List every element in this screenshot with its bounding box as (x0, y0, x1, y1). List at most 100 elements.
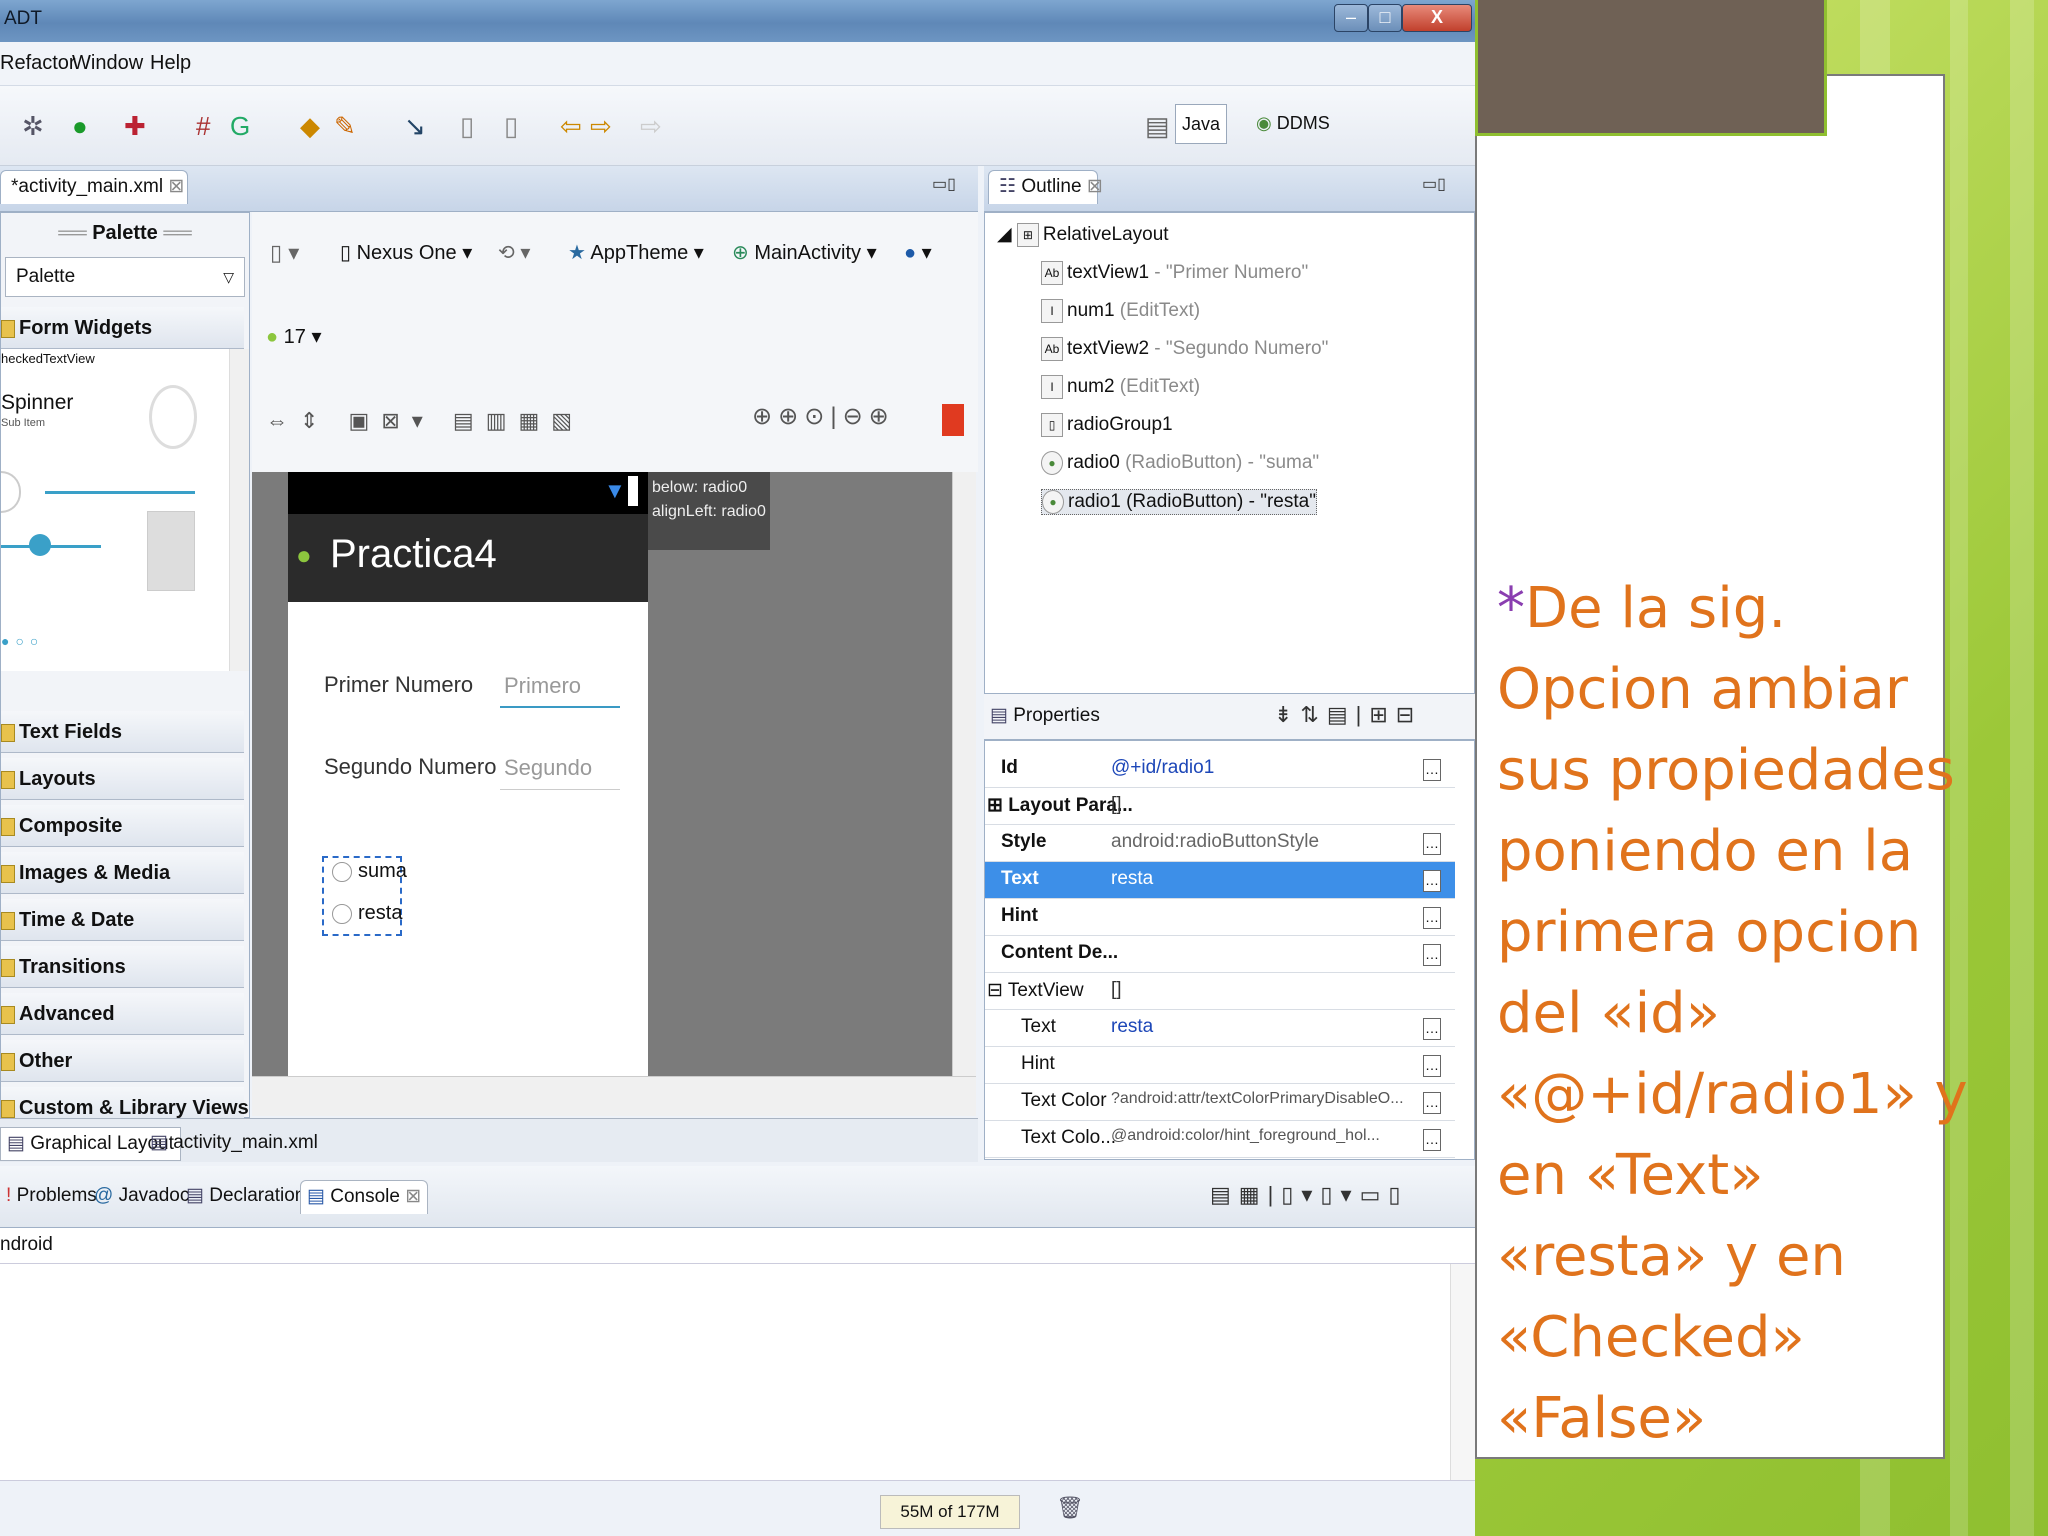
outline-item-num2[interactable]: Inum2 (EditText) (1041, 375, 1200, 399)
open-type-icon[interactable]: ◆ (300, 112, 320, 140)
outline-item-textview2[interactable]: Ab textView2 - "Segundo Numero" (1041, 337, 1328, 361)
property-value[interactable]: android:radioButtonStyle (1111, 831, 1411, 853)
next-annotation-icon[interactable]: ▯ (460, 112, 474, 140)
theme-dropdown[interactable]: ★ AppTheme ▾ (568, 240, 704, 265)
layout-actions-icons[interactable]: ⇔⇕ ▣⊠▾ ▤▥▦▧ (266, 408, 584, 434)
ellipsis-button[interactable]: … (1423, 833, 1441, 855)
ellipsis-button[interactable]: … (1423, 1018, 1441, 1040)
device-dropdown[interactable]: ▯ Nexus One ▾ (340, 240, 472, 265)
search-icon[interactable]: ✎ (334, 112, 356, 140)
palette-category-images-media[interactable]: Images & Media (1, 852, 244, 894)
locale-dropdown[interactable]: ● ▾ (904, 240, 932, 265)
tab-properties[interactable]: ▤ Properties (990, 704, 1100, 727)
outline-root[interactable]: ◢ ⊞ RelativeLayout (997, 223, 1169, 247)
tab-xml-source[interactable]: ▤ activity_main.xml (144, 1127, 324, 1161)
property-row-textview-text[interactable]: Text resta… (985, 1010, 1455, 1047)
ellipsis-button[interactable]: … (1423, 1129, 1441, 1151)
ellipsis-button[interactable]: … (1423, 759, 1441, 781)
orientation-icon[interactable]: ⟲ ▾ (498, 240, 530, 265)
close-icon[interactable]: ⊠ (1087, 176, 1103, 197)
palette-category-form-widgets[interactable]: Form Widgets (1, 307, 244, 349)
spinner-widget[interactable]: Spinner (1, 391, 73, 415)
menu-refactor[interactable]: Refactor (0, 52, 76, 75)
palette-category-other[interactable]: Other (1, 1040, 244, 1082)
api-level-dropdown[interactable]: ● 17 ▾ (266, 324, 322, 349)
checked-textview-widget[interactable]: heckedTextView (1, 351, 95, 366)
properties-toolbar-icons[interactable]: ⇟⇅▤|⊞⊟ (1274, 702, 1422, 728)
quickcontact-widget-icon[interactable] (147, 511, 195, 591)
tab-outline[interactable]: ☷ Outline ⊠ (988, 170, 1103, 204)
tab-activity-main[interactable]: *activity_main.xml ⊠ (0, 170, 188, 204)
palette-category-advanced[interactable]: Advanced (1, 993, 244, 1035)
close-icon[interactable]: ⊠ (405, 1186, 421, 1207)
minimize-view-icon[interactable]: ▭▯ (1422, 174, 1446, 194)
property-value[interactable]: @+id/radio1 (1111, 757, 1411, 779)
ellipsis-button[interactable]: … (1423, 870, 1441, 892)
outline-item-num1[interactable]: Inum1 (EditText) (1041, 299, 1200, 323)
minimize-button[interactable]: – (1334, 4, 1368, 32)
canvas-horizontal-scrollbar[interactable] (252, 1076, 976, 1116)
console-toolbar-icons[interactable]: ▤▦|▯▾▯▾▭▯ (1210, 1182, 1408, 1208)
new-class-icon[interactable]: # (196, 112, 210, 140)
last-edit-icon[interactable]: ⇨ (640, 112, 662, 140)
radio1-circle-icon[interactable] (332, 904, 352, 924)
property-row-text-color-hint[interactable]: Text Colo... @android:color/hint_foregrou… (985, 1121, 1455, 1158)
ellipsis-button[interactable]: … (1423, 907, 1441, 929)
ellipsis-button[interactable]: … (1423, 944, 1441, 966)
outline-item-radio1[interactable]: ● radio1 (RadioButton) - "resta" (1041, 489, 1317, 515)
ellipsis-button[interactable]: … (1423, 1092, 1441, 1114)
progressbar-widget[interactable] (45, 491, 195, 494)
zoom-icons[interactable]: ⊕⊕⊙|⊖⊕ (752, 402, 895, 431)
perspective-java[interactable]: Java (1175, 104, 1228, 144)
radio1-label[interactable]: resta (358, 902, 402, 925)
console-output[interactable] (0, 1264, 1450, 1480)
canvas-vertical-scrollbar[interactable] (952, 472, 976, 1076)
outline-item-radiogroup1[interactable]: ▯ radioGroup1 (1041, 413, 1173, 437)
property-value[interactable]: @android:color/hint_foreground_hol... (1111, 1127, 1411, 1145)
property-value[interactable]: [] (1111, 979, 1411, 1001)
palette-category-transitions[interactable]: Transitions (1, 946, 244, 988)
pin-icon[interactable]: ↘ (404, 112, 426, 140)
open-perspective-icon[interactable]: ▤ (1145, 112, 1170, 140)
palette-category-composite[interactable]: Composite (1, 805, 244, 847)
num1-edittext[interactable]: Primero (500, 668, 620, 708)
property-row-hint[interactable]: Hint… (985, 899, 1455, 936)
back-icon[interactable]: ⇦ (560, 112, 582, 140)
activity-dropdown[interactable]: ⊕ MainActivity ▾ (732, 240, 877, 265)
close-button[interactable]: X (1402, 4, 1472, 32)
property-row-textview-group[interactable]: ⊟ TextView [] (985, 973, 1455, 1010)
property-row-content-description[interactable]: Content De...… (985, 936, 1455, 973)
trash-icon[interactable]: 🗑 (1056, 1495, 1084, 1521)
property-row-id[interactable]: Id @+id/radio1… (985, 751, 1455, 788)
outline-item-textview1[interactable]: Ab textView1 - "Primer Numero" (1041, 261, 1308, 285)
property-value[interactable]: resta (1111, 868, 1411, 890)
menu-help[interactable]: Help (150, 52, 191, 75)
perspective-ddms[interactable]: ◉ DDMS (1250, 104, 1336, 144)
console-scrollbar[interactable] (1450, 1264, 1475, 1480)
textview2[interactable]: Segundo Numero (324, 754, 496, 780)
run-icon[interactable]: ● (72, 112, 88, 140)
tab-declaration[interactable]: ▤ Declaration (180, 1180, 311, 1214)
ratingbar-widget[interactable]: ●○○ (1, 633, 44, 649)
palette-category-layouts[interactable]: Layouts (1, 758, 244, 800)
progress-small-icon[interactable] (1, 471, 21, 513)
property-value[interactable]: resta (1111, 1016, 1411, 1038)
palette-category-time-date[interactable]: Time & Date (1, 899, 244, 941)
palette-dropdown[interactable]: Palette ▽ (5, 257, 245, 297)
new-package-icon[interactable]: G (230, 112, 250, 140)
property-row-text-selected[interactable]: Text resta… (985, 862, 1455, 899)
property-row-style[interactable]: Style android:radioButtonStyle… (985, 825, 1455, 862)
property-value[interactable]: ?android:attr/textColorPrimaryDisableO..… (1111, 1090, 1411, 1108)
palette-category-text-fields[interactable]: Text Fields (1, 711, 244, 753)
config-icon[interactable]: ▯ ▾ (270, 240, 299, 266)
textview1[interactable]: Primer Numero (324, 672, 473, 698)
property-row-textview-hint[interactable]: Hint… (985, 1047, 1455, 1084)
error-icon[interactable] (942, 404, 964, 436)
num2-edittext[interactable]: Segundo (500, 750, 620, 790)
outline-item-radio0[interactable]: ● radio0 (RadioButton) - "suma" (1041, 451, 1319, 475)
property-row-text-color[interactable]: Text Color ?android:attr/textColorPrimary… (985, 1084, 1455, 1121)
external-tools-icon[interactable]: ✚ (124, 112, 146, 140)
radio0-label[interactable]: suma (358, 860, 407, 883)
maximize-button[interactable]: □ (1368, 4, 1402, 32)
tab-console[interactable]: ▤ Console ⊠ (300, 1180, 429, 1214)
